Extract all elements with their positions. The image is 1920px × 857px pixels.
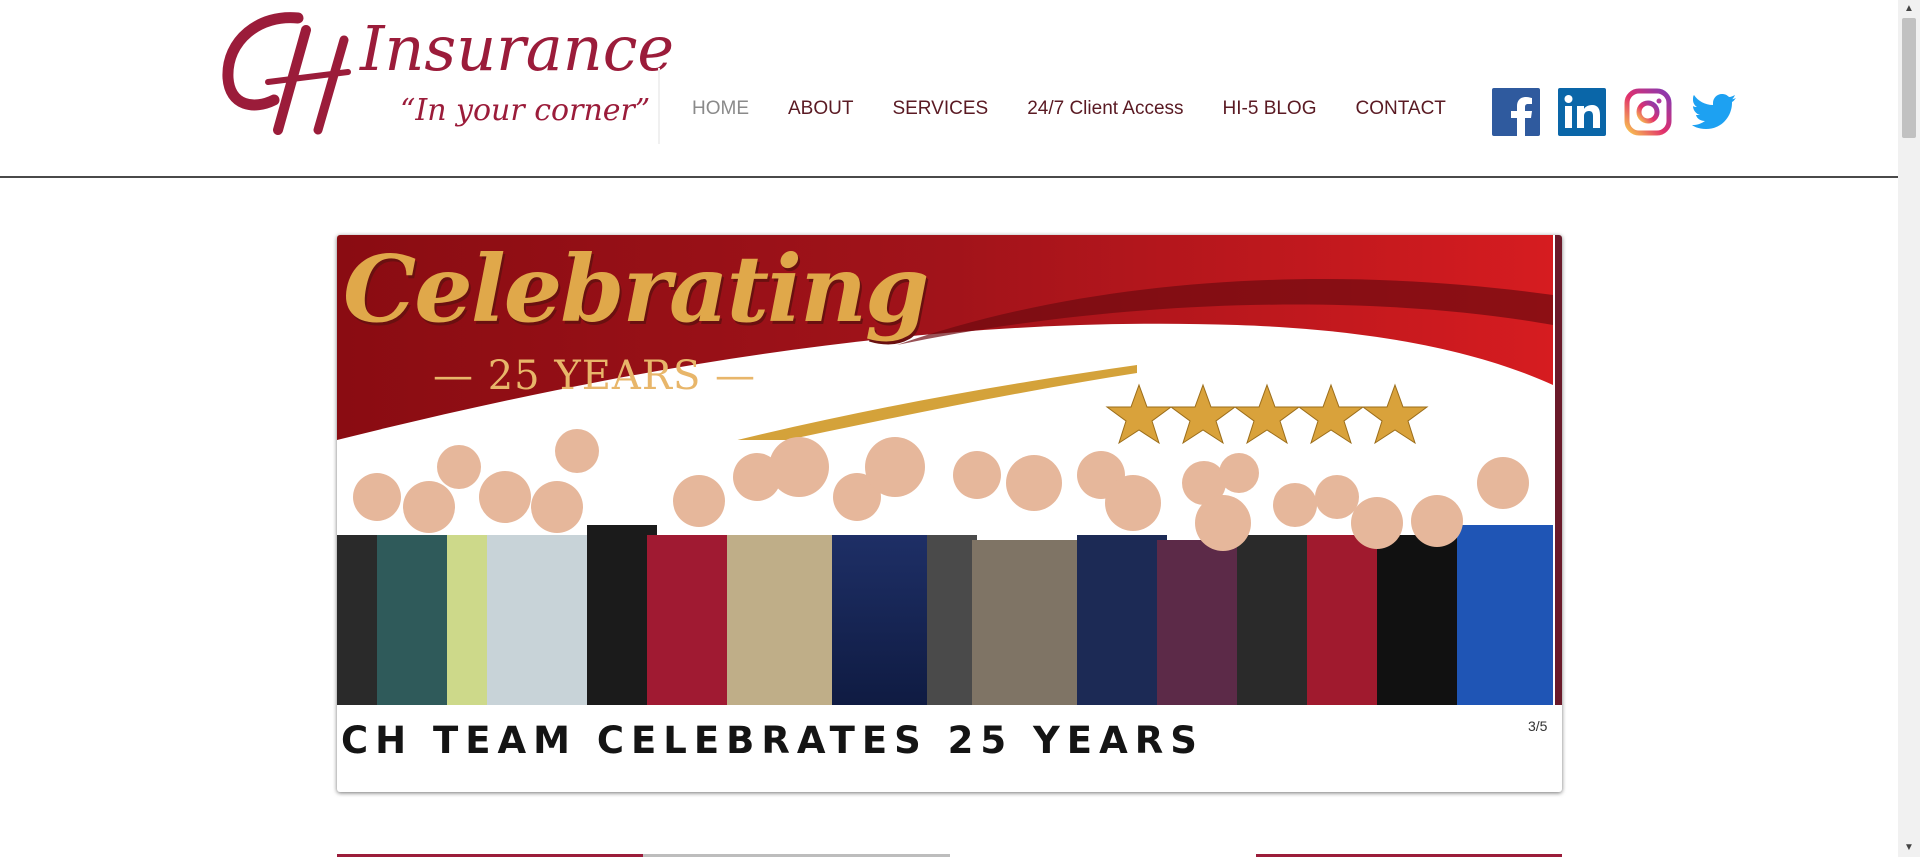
slide-caption[interactable]: CH TEAM CELEBRATES 25 YEARS <box>341 719 1204 762</box>
twitter-icon[interactable] <box>1690 88 1738 136</box>
linkedin-icon[interactable] <box>1558 88 1606 136</box>
logo-tagline: “In your corner” <box>400 93 651 128</box>
site-header: Insurance “In your corner” HOME ABOUT SE… <box>0 0 1898 178</box>
slide-image[interactable]: Celebrating — 25 YEARS — <box>337 235 1553 705</box>
header-divider <box>658 68 660 144</box>
scroll-up-icon[interactable]: ▲ <box>1902 2 1916 16</box>
scroll-thumb[interactable] <box>1902 18 1916 138</box>
site-logo[interactable]: Insurance “In your corner” <box>220 10 674 150</box>
scroll-down-icon[interactable]: ▼ <box>1902 841 1916 855</box>
nav-contact[interactable]: CONTACT <box>1356 98 1465 120</box>
news-slideshow[interactable]: Celebrating — 25 YEARS — CH TEAM CELEBRA… <box>337 235 1562 792</box>
social-links <box>1492 88 1738 136</box>
nav-blog[interactable]: HI-5 BLOG <box>1223 98 1336 120</box>
logo-wordmark: Insurance <box>360 12 675 85</box>
facebook-icon[interactable] <box>1492 88 1540 136</box>
main-nav: HOME ABOUT SERVICES 24/7 Client Access H… <box>692 98 1485 120</box>
nav-services[interactable]: SERVICES <box>892 98 1007 120</box>
nav-client-access[interactable]: 24/7 Client Access <box>1027 98 1202 120</box>
nav-home[interactable]: HOME <box>692 98 768 120</box>
slide-counter: 3/5 <box>1528 718 1548 734</box>
banner-subtitle: — 25 YEARS — <box>433 353 757 399</box>
nav-about[interactable]: ABOUT <box>788 98 872 120</box>
page-scrollbar[interactable]: ▲ ▼ <box>1898 0 1920 857</box>
instagram-icon[interactable] <box>1624 88 1672 136</box>
slide-edge <box>1555 235 1562 705</box>
banner-title: Celebrating <box>343 235 929 343</box>
